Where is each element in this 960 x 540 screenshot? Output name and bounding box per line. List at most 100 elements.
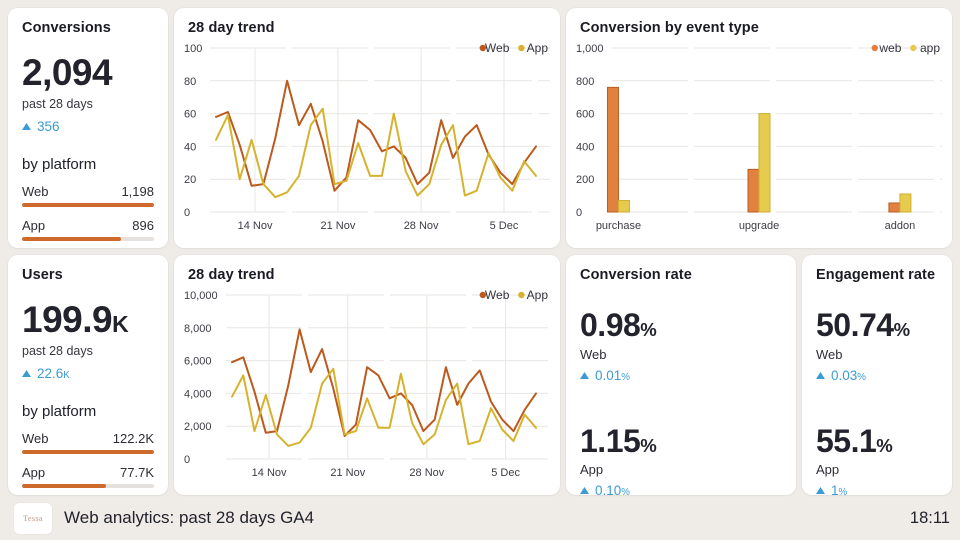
- svg-text:purchase: purchase: [596, 220, 641, 232]
- svg-text:10,000: 10,000: [184, 290, 218, 302]
- breakdown-label: by platform: [22, 403, 154, 420]
- svg-text:App: App: [527, 288, 549, 302]
- svg-text:28 Nov: 28 Nov: [404, 220, 439, 232]
- delta-number: 0.01: [595, 368, 621, 383]
- metric-value: 50.74: [816, 307, 894, 343]
- brand-logo-text: Tessa: [23, 514, 43, 523]
- svg-text:5 Dec: 5 Dec: [490, 220, 519, 232]
- svg-text:1,000: 1,000: [576, 43, 604, 55]
- period-label: past 28 days: [22, 97, 154, 111]
- svg-text:app: app: [920, 41, 940, 55]
- metric-web: 50.74% Web 0.03%: [816, 309, 938, 383]
- delta-row: 22.6K: [22, 366, 154, 381]
- delta-row: 356: [22, 119, 154, 134]
- platform-value: 896: [132, 218, 154, 233]
- delta-up-icon: [816, 487, 825, 494]
- metric-suffix: %: [876, 435, 892, 456]
- platform-bar-track: [22, 450, 154, 454]
- platform-label: App: [22, 218, 45, 233]
- delta-value: 0.03%: [831, 368, 866, 383]
- delta-value: 356: [37, 119, 60, 134]
- svg-text:40: 40: [184, 141, 196, 153]
- metric-label: App: [580, 462, 782, 477]
- metric-suffix: %: [640, 319, 656, 340]
- engagement-rate-card: Engagement rate 50.74% Web 0.03% 55.1% A…: [802, 255, 952, 495]
- delta-suffix: %: [621, 487, 630, 498]
- svg-text:80: 80: [184, 76, 196, 88]
- platform-row-web: Web 1,198: [22, 184, 154, 207]
- svg-text:200: 200: [576, 174, 594, 186]
- svg-text:100: 100: [184, 43, 202, 55]
- svg-text:21 Nov: 21 Nov: [320, 220, 355, 232]
- value-number: 2,094: [22, 52, 112, 93]
- svg-text:600: 600: [576, 109, 594, 121]
- conversions-trend-card: 28 day trend 10080604020014 Nov21 Nov28 …: [174, 8, 560, 248]
- svg-text:8,000: 8,000: [184, 323, 212, 335]
- svg-text:5 Dec: 5 Dec: [491, 467, 520, 479]
- svg-text:App: App: [527, 41, 549, 55]
- svg-text:2,000: 2,000: [184, 421, 212, 433]
- delta-suffix: %: [621, 372, 630, 383]
- users-value: 199.9K: [22, 301, 154, 340]
- delta-suffix: K: [63, 370, 69, 381]
- dashboard-row-2: Users 199.9K past 28 days 22.6K by platf…: [0, 255, 960, 495]
- clock: 18:11: [910, 509, 950, 528]
- period-label: past 28 days: [22, 344, 154, 358]
- metric-value: 55.1: [816, 423, 876, 459]
- delta-up-icon: [816, 372, 825, 379]
- delta-number: 356: [37, 119, 60, 134]
- footer-bar: Tessa Web analytics: past 28 days GA4 18…: [14, 500, 950, 536]
- svg-text:800: 800: [576, 76, 594, 88]
- platform-value: 1,198: [121, 184, 154, 199]
- platform-bar-fill: [22, 237, 121, 241]
- delta-row: 0.10%: [580, 483, 782, 498]
- delta-up-icon: [580, 372, 589, 379]
- conversions-card: Conversions 2,094 past 28 days 356 by pl…: [8, 8, 168, 248]
- metric-label: App: [816, 462, 938, 477]
- platform-row-app: App 77.7K: [22, 465, 154, 488]
- delta-suffix: %: [839, 487, 848, 498]
- users-card: Users 199.9K past 28 days 22.6K by platf…: [8, 255, 168, 495]
- delta-row: 0.01%: [580, 368, 782, 383]
- delta-number: 1: [831, 483, 839, 498]
- svg-text:0: 0: [184, 207, 190, 219]
- platform-row-web: Web122.2K: [22, 431, 154, 454]
- delta-row: 1%: [816, 483, 938, 498]
- value-suffix: K: [112, 311, 129, 337]
- card-title: Conversion rate: [580, 267, 782, 283]
- platform-label: Web: [22, 184, 49, 199]
- brand-logo: Tessa: [14, 503, 52, 534]
- value-number: 199.9: [22, 299, 112, 340]
- metric-suffix: %: [640, 435, 656, 456]
- metric-label: Web: [816, 347, 938, 362]
- delta-value: 0.10%: [595, 483, 630, 498]
- svg-text:21 Nov: 21 Nov: [330, 467, 365, 479]
- platform-bar-fill: [22, 203, 154, 207]
- svg-text:web: web: [878, 41, 901, 55]
- delta-up-icon: [22, 370, 31, 377]
- conversions-value: 2,094: [22, 54, 154, 93]
- conversion-by-event-card: Conversion by event type 1,000 800 600 400 2…: [566, 8, 952, 248]
- delta-value: 22.6K: [37, 366, 70, 381]
- svg-text:14 Nov: 14 Nov: [238, 220, 273, 232]
- svg-text:14 Nov: 14 Nov: [252, 467, 287, 479]
- svg-text:0: 0: [576, 207, 582, 219]
- platform-bar-fill: [22, 450, 154, 454]
- chart-title: Conversion by event type: [580, 20, 942, 36]
- delta-up-icon: [580, 487, 589, 494]
- delta-up-icon: [22, 123, 31, 130]
- svg-text:Web: Web: [485, 41, 510, 55]
- metric-web: 0.98% Web 0.01%: [580, 309, 782, 383]
- dashboard-title: Web analytics: past 28 days GA4: [64, 508, 898, 528]
- dashboard-row-1: Conversions 2,094 past 28 days 356 by pl…: [0, 8, 960, 248]
- svg-text:400: 400: [576, 141, 594, 153]
- svg-text:upgrade: upgrade: [739, 220, 779, 232]
- card-title: Conversions: [22, 20, 154, 36]
- platform-value: 77.7K: [120, 465, 154, 480]
- users-trend-line-chart: 10,0008,0006,0004,0002,000014 Nov21 Nov2…: [184, 287, 550, 483]
- metric-suffix: %: [894, 319, 910, 340]
- platform-label: Web: [22, 431, 49, 446]
- metric-value: 1.15: [580, 423, 640, 459]
- platform-label: App: [22, 465, 45, 480]
- conversion-by-event-bar-chart: 1,0008006004002000purchaseupgradeaddonap…: [576, 40, 942, 236]
